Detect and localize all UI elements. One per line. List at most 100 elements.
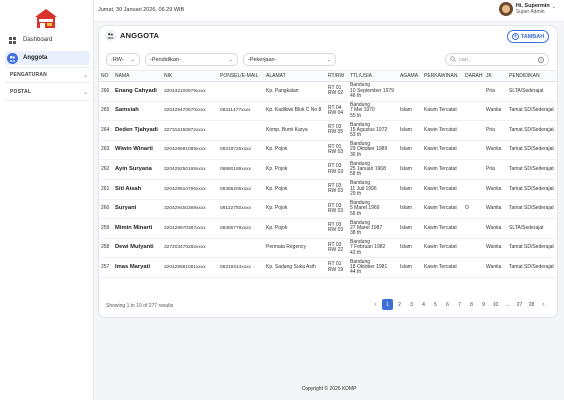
column-header[interactable]: TTL/USIA: [348, 70, 398, 82]
table-cell: Bandung 18 Oktober 1981 44 th: [348, 257, 398, 278]
table-cell: [463, 101, 484, 122]
column-header[interactable]: NO: [99, 70, 113, 82]
table-cell: O: [463, 199, 484, 220]
divider: [5, 82, 90, 83]
table-row[interactable]: 261 Siti Aisah 320429510796xxxx 08386206xxx…: [99, 179, 557, 200]
table-row[interactable]: 263 Wiwin Winarti 320429691089xxxx 08318726…: [99, 140, 557, 161]
table-cell: Tamat SD/Sederajat: [507, 238, 557, 259]
table-cell: Ayin Suryana: [113, 159, 162, 180]
pagination: ‹ 1 2 3 4 5 6 7 8 9 10... 27 28 ›: [369, 299, 549, 310]
table-cell: Wanita: [484, 140, 507, 161]
table-cell: RT 03 RW 05: [326, 120, 348, 141]
page-button[interactable]: 1: [382, 299, 393, 310]
column-header[interactable]: PERKAWINAN: [422, 70, 463, 82]
sidebar-group-postal[interactable]: POSTAL ⌄: [10, 86, 88, 98]
table-row[interactable]: 265 Samsiah 320429470570xxxx 08311477xxxx Kp…: [99, 101, 557, 122]
add-member-button[interactable]: + TAMBAH: [507, 30, 549, 43]
table-cell: Kawin Tercatat: [422, 120, 463, 141]
table-row[interactable]: 262 Ayin Suryana 320429250168xxxx 08880189x…: [99, 159, 557, 180]
page-button[interactable]: 2: [394, 299, 405, 310]
table-cell: Wanita: [484, 101, 507, 122]
house-logo-icon[interactable]: [33, 8, 59, 30]
table-cell: Bandung 10 September 1979 46 th: [348, 81, 398, 102]
table-cell: [463, 257, 484, 278]
table-cell: Dewi Mulyanti: [113, 238, 162, 259]
column-header[interactable]: DARAH: [463, 70, 484, 82]
table-row[interactable]: 266 Enang Cahyadi 320432100979xxxx Kp. Pang…: [99, 81, 557, 102]
table-cell: 320429470570xxxx: [162, 101, 218, 122]
table-row[interactable]: 258 Dewi Mulyanti 327203470282xxxx Permata …: [99, 238, 557, 259]
pendidikan-filter-select[interactable]: -Pendidikan- ⌄: [145, 53, 238, 66]
clear-icon[interactable]: ×: [538, 56, 544, 63]
table-cell-line: 55 th: [350, 112, 362, 119]
column-header[interactable]: PENDIDIKAN: [507, 70, 557, 82]
table-cell: [463, 179, 484, 200]
table-cell: Bandung 7 Februari 1982 43 th: [348, 238, 398, 259]
column-header[interactable]: NAMA: [113, 70, 162, 82]
table-cell: Suryani: [113, 199, 162, 220]
table-row[interactable]: 264 Deden Tjahyadi 327316150872xxxx Komp. B…: [99, 120, 557, 141]
page-title: ANGGOTA: [120, 31, 160, 40]
table-cell: Kp. Kadikiwi Blok C No 8: [264, 101, 326, 122]
sidebar-group-pengaturan[interactable]: PENGATURAN ⌄: [10, 69, 88, 81]
page-button[interactable]: 9: [478, 299, 489, 310]
table-cell: Pria: [484, 81, 507, 102]
column-header[interactable]: JK: [484, 70, 507, 82]
chevron-left-icon[interactable]: ‹: [370, 299, 381, 310]
table-cell: Tamat SD/Sederajat: [507, 179, 557, 200]
table-cell-line: RW 22: [328, 247, 344, 254]
table-cell: 08318726xxxx: [218, 140, 264, 161]
chevron-down-icon: ⌄: [82, 89, 88, 96]
page-button[interactable]: 27: [514, 299, 525, 310]
table-cell-line: RW 03: [328, 168, 344, 175]
column-header[interactable]: PONSEL/E-MAIL: [218, 70, 264, 82]
pekerjaan-filter-select[interactable]: -Pekerjaan- ⌄: [243, 53, 336, 66]
table-cell: Kp. Pojok: [264, 179, 326, 200]
sidebar-item-anggota[interactable]: Anggota: [5, 51, 90, 65]
table-cell: [463, 238, 484, 259]
page-button[interactable]: 4: [418, 299, 429, 310]
search-input[interactable]: cari.. ×: [445, 53, 549, 66]
table-cell: RT 03 RW 03: [326, 159, 348, 180]
page-button[interactable]: 3: [406, 299, 417, 310]
table-row[interactable]: 259 Mimin Minarti 320429670387xxxx 08386779…: [99, 218, 557, 239]
table-cell-line: RW 05: [328, 129, 344, 136]
table-row[interactable]: 257 Imas Maryati 320429581081xxxx 08319214x…: [99, 257, 557, 278]
rw-filter-select[interactable]: -RW- ⌄: [106, 53, 140, 66]
page-button[interactable]: 7: [454, 299, 465, 310]
page-button[interactable]: 8: [466, 299, 477, 310]
page-button[interactable]: 28: [526, 299, 537, 310]
table-cell: Siti Aisah: [113, 179, 162, 200]
column-header[interactable]: RT/RW: [326, 70, 348, 82]
table-cell: 320429670387xxxx: [162, 218, 218, 239]
table-cell: Wanita: [484, 218, 507, 239]
chevron-right-icon[interactable]: ›: [538, 299, 549, 310]
user-menu[interactable]: Hi, Supermin Super Admin ⌄: [498, 2, 556, 16]
column-header[interactable]: ALAMAT: [264, 70, 326, 82]
table-cell: RT 01 RW 03: [326, 140, 348, 161]
page-button[interactable]: 5: [430, 299, 441, 310]
table-cell-line: RW 03: [328, 207, 344, 214]
sidebar-group-label: POSTAL: [10, 89, 32, 95]
table-cell-line: 58 th: [350, 171, 362, 178]
table-cell: 08311477xxxx: [218, 101, 264, 122]
table-cell: Pria: [484, 159, 507, 180]
table-cell: [463, 81, 484, 102]
page-button[interactable]: ...: [502, 299, 513, 310]
chevron-down-icon: ⌄: [228, 56, 233, 63]
table-cell: Tamat SD/Sederajat: [507, 140, 557, 161]
page-button[interactable]: 6: [442, 299, 453, 310]
sidebar-item-dashboard[interactable]: Dashboard: [5, 33, 90, 47]
table-cell: Islam: [398, 179, 422, 200]
column-header[interactable]: NIK: [162, 70, 218, 82]
page-button[interactable]: 10: [490, 299, 501, 310]
table-cell: Islam: [398, 257, 422, 278]
table-cell: RT 03 RW 03: [326, 218, 348, 239]
table-cell-line: 43 th: [350, 249, 362, 256]
chevron-down-icon: ⌄: [130, 56, 135, 63]
table-cell: Kp. Pojok: [264, 159, 326, 180]
current-datetime: Jumat, 30 Januari 2026, 06.29 WIB: [98, 7, 185, 13]
table-cell: Mimin Minarti: [113, 218, 162, 239]
table-row[interactable]: 260 Suryani 320429450369xxxx 08122750xxxx Kp…: [99, 199, 557, 220]
column-header[interactable]: AGAMA: [398, 70, 422, 82]
